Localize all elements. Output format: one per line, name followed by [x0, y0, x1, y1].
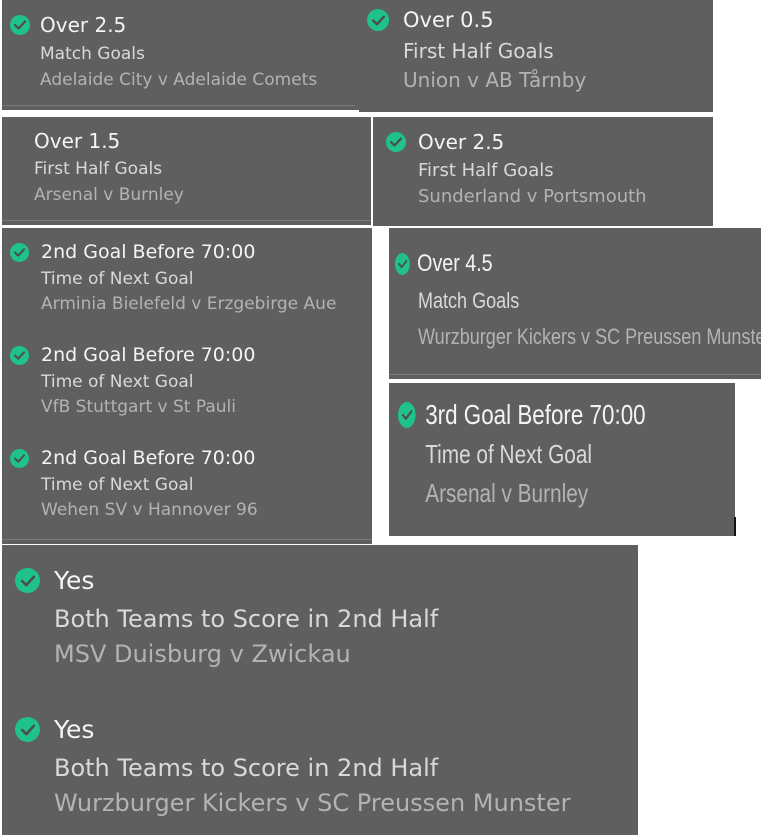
- separator: [389, 374, 761, 375]
- market-name: Time of Next Goal: [425, 439, 593, 469]
- bet-card: Over 0.5 First Half Goals Union v AB Tår…: [359, 0, 713, 112]
- bet-item[interactable]: Over 2.5 Match Goals Adelaide City v Ade…: [10, 13, 317, 90]
- market-name: Time of Next Goal: [41, 269, 194, 289]
- check-icon: [386, 132, 406, 152]
- separator: [2, 539, 372, 540]
- bet-item[interactable]: 2nd Goal Before 70:00 Time of Next Goal …: [10, 447, 258, 520]
- bet-item[interactable]: 2nd Goal Before 70:00 Time of Next Goal …: [10, 241, 336, 314]
- selection-name: Over 0.5: [403, 8, 494, 32]
- bet-item[interactable]: 2nd Goal Before 70:00 Time of Next Goal …: [10, 344, 255, 417]
- market-name: Match Goals: [417, 288, 520, 313]
- selection-name: Yes: [54, 715, 95, 744]
- check-icon: [10, 448, 29, 468]
- bet-item[interactable]: Over 0.5 First Half Goals Union v AB Tår…: [367, 8, 586, 92]
- event-name: Union v AB Tårnby: [403, 68, 587, 92]
- selection-name: Over 2.5: [418, 130, 505, 154]
- bet-item[interactable]: 3rd Goal Before 70:00 Time of Next Goal …: [398, 399, 646, 509]
- event-name: Adelaide City v Adelaide Comets: [40, 70, 318, 90]
- market-name: Both Teams to Score in 2nd Half: [54, 754, 439, 782]
- selection-name: Yes: [54, 566, 95, 595]
- check-icon: [10, 15, 30, 35]
- selection-name: Over 2.5: [40, 13, 127, 37]
- bet-item[interactable]: Yes Both Teams to Score in 2nd Half Wurz…: [15, 715, 570, 817]
- bet-item[interactable]: Over 4.5 Match Goals Wurzburger Kickers …: [395, 250, 761, 350]
- card-edge: [734, 517, 736, 536]
- check-icon: [398, 402, 416, 428]
- event-name: Arsenal v Burnley: [34, 185, 184, 205]
- market-name: First Half Goals: [403, 39, 554, 63]
- selection-name: 2nd Goal Before 70:00: [41, 344, 256, 366]
- event-name: Wurzburger Kickers v SC Preussen Munster: [417, 324, 761, 349]
- check-icon: [10, 242, 29, 262]
- event-name: VfB Stuttgart v St Pauli: [41, 397, 236, 417]
- selection-name: 2nd Goal Before 70:00: [41, 447, 256, 469]
- selection-name: Over 1.5: [34, 129, 121, 153]
- market-name: First Half Goals: [34, 159, 163, 179]
- event-name: Wurzburger Kickers v SC Preussen Munster: [54, 789, 571, 817]
- selection-name: 3rd Goal Before 70:00: [425, 399, 646, 430]
- market-name: First Half Goals: [418, 160, 554, 181]
- bet-card: Over 2.5 First Half Goals Sunderland v P…: [373, 117, 713, 226]
- bet-card: 3rd Goal Before 70:00 Time of Next Goal …: [389, 383, 735, 536]
- check-icon: [395, 253, 410, 275]
- selection-name: 2nd Goal Before 70:00: [41, 241, 256, 263]
- event-name: Wehen SV v Hannover 96: [41, 500, 258, 520]
- selection-name: Over 4.5: [417, 250, 493, 277]
- market-name: Both Teams to Score in 2nd Half: [54, 605, 439, 633]
- market-name: Time of Next Goal: [41, 372, 194, 392]
- bet-card: 2nd Goal Before 70:00 Time of Next Goal …: [2, 228, 372, 544]
- bet-item[interactable]: Over 2.5 First Half Goals Sunderland v P…: [386, 130, 647, 207]
- event-name: Arsenal v Burnley: [425, 478, 589, 508]
- bet-item[interactable]: Yes Both Teams to Score in 2nd Half MSV …: [15, 566, 438, 668]
- bet-card: Over 4.5 Match Goals Wurzburger Kickers …: [389, 228, 761, 379]
- bet-card: Over 2.5 Match Goals Adelaide City v Ade…: [2, 0, 359, 110]
- market-name: Time of Next Goal: [41, 475, 194, 495]
- check-icon: [15, 717, 40, 742]
- check-icon: [10, 345, 29, 365]
- bet-card: Yes Both Teams to Score in 2nd Half MSV …: [2, 545, 638, 835]
- market-name: Match Goals: [40, 44, 145, 64]
- event-name: MSV Duisburg v Zwickau: [54, 640, 351, 668]
- event-name: Arminia Bielefeld v Erzgebirge Aue: [41, 294, 337, 314]
- separator: [2, 105, 355, 106]
- check-icon: [15, 568, 40, 593]
- bet-card: Over 1.5 First Half Goals Arsenal v Burn…: [2, 117, 371, 225]
- event-name: Sunderland v Portsmouth: [418, 186, 647, 207]
- bet-item[interactable]: Over 1.5 First Half Goals Arsenal v Burn…: [34, 129, 184, 205]
- check-icon: [367, 9, 389, 31]
- separator: [2, 220, 371, 221]
